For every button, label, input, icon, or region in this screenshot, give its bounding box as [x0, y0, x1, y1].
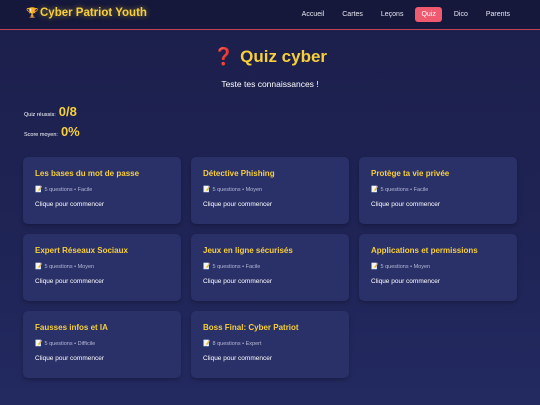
memo-icon: 📝 — [371, 264, 379, 270]
quiz-meta: 📝 5 questions • Moyen — [203, 186, 337, 194]
stats: Quiz réussis: 0/8 Score moyen: 0% — [24, 104, 80, 144]
memo-icon: 📝 — [35, 187, 43, 193]
quiz-card[interactable]: Fausses infos et IA 📝 5 questions • Diffi… — [23, 311, 181, 378]
nav-item-lecons[interactable]: Leçons — [375, 7, 410, 22]
page-subtitle: Teste tes connaissances ! — [221, 79, 319, 89]
quiz-title: Protège ta vie privée — [371, 169, 450, 178]
page-title-text: Quiz cyber — [240, 47, 328, 66]
nav-item-accueil[interactable]: Accueil — [296, 7, 331, 22]
quiz-meta-text: 5 questions • Moyen — [44, 263, 95, 270]
nav-item-dico[interactable]: Dico — [448, 7, 474, 22]
quiz-title: Fausses infos et IA — [35, 323, 108, 332]
quiz-meta-text: 5 questions • Moyen — [212, 186, 263, 193]
question-mark-icon: ❓ — [212, 47, 235, 66]
quiz-cta: Clique pour commencer — [35, 355, 105, 362]
quiz-title: Expert Réseaux Sociaux — [35, 246, 128, 255]
quiz-cta: Clique pour commencer — [203, 355, 273, 362]
quiz-cta: Clique pour commencer — [371, 278, 441, 285]
quiz-title: Jeux en ligne sécurisés — [203, 246, 293, 255]
quiz-meta: 📝 8 questions • Expert — [203, 340, 337, 348]
quiz-meta-text: 5 questions • Facile — [44, 186, 93, 193]
quiz-meta-text: 5 questions • Facile — [380, 186, 429, 193]
memo-icon: 📝 — [371, 187, 379, 193]
quiz-grid: Les bases du mot de passe 📝 5 questions •… — [23, 157, 517, 378]
quiz-title: Applications et permissions — [371, 246, 478, 255]
memo-icon: 📝 — [35, 264, 43, 270]
quiz-meta-text: 5 questions • Difficile — [44, 340, 96, 347]
quiz-cta: Clique pour commencer — [35, 201, 105, 208]
quiz-meta-text: 5 questions • Facile — [212, 263, 261, 270]
nav-item-quiz[interactable]: Quiz — [415, 7, 442, 22]
quiz-cta: Clique pour commencer — [203, 278, 273, 285]
quiz-card[interactable]: Détective Phishing 📝 5 questions • Moyen … — [191, 157, 349, 224]
quiz-card[interactable]: Protège ta vie privée 📝 5 questions • Fac… — [359, 157, 517, 224]
stat-label: Score moyen: — [24, 132, 58, 138]
quiz-meta: 📝 5 questions • Facile — [371, 186, 505, 194]
quiz-cta: Clique pour commencer — [35, 278, 105, 285]
quiz-cta: Clique pour commencer — [371, 201, 441, 208]
brand-title: Cyber Patriot Youth — [40, 7, 147, 19]
memo-icon: 📝 — [203, 187, 211, 193]
trophy-icon: 🏆 — [26, 7, 39, 19]
nav-item-cartes[interactable]: Cartes — [336, 7, 369, 22]
quiz-card[interactable]: Boss Final: Cyber Patriot 📝 8 questions •… — [191, 311, 349, 378]
quiz-meta: 📝 5 questions • Moyen — [35, 263, 169, 271]
quiz-meta: 📝 5 questions • Facile — [203, 263, 337, 271]
stat-quiz-done: Quiz réussis: 0/8 — [24, 104, 80, 119]
quiz-title: Boss Final: Cyber Patriot — [203, 323, 299, 332]
stat-label: Quiz réussis: — [24, 112, 56, 118]
hero: ❓ Quiz cyber Teste tes connaissances ! — [0, 47, 540, 89]
memo-icon: 📝 — [203, 341, 211, 347]
stat-average-score: Score moyen: 0% — [24, 124, 80, 139]
memo-icon: 📝 — [203, 264, 211, 270]
quiz-meta: 📝 5 questions • Difficile — [35, 340, 169, 348]
quiz-cta: Clique pour commencer — [203, 201, 273, 208]
memo-icon: 📝 — [35, 341, 43, 347]
quiz-card[interactable]: Applications et permissions 📝 5 questions… — [359, 234, 517, 301]
quiz-meta: 📝 5 questions • Facile — [35, 186, 169, 194]
stat-value: 0/8 — [58, 104, 77, 119]
page-title: ❓ Quiz cyber — [213, 47, 327, 67]
top-navbar: 🏆 Cyber Patriot Youth Accueil Cartes Leç… — [0, 0, 540, 30]
nav-links: Accueil Cartes Leçons Quiz Dico Parents — [296, 7, 516, 22]
quiz-card[interactable]: Les bases du mot de passe 📝 5 questions •… — [23, 157, 181, 224]
quiz-meta-text: 8 questions • Expert — [212, 340, 262, 347]
stat-value: 0% — [60, 124, 80, 139]
nav-item-parents[interactable]: Parents — [480, 7, 516, 22]
quiz-meta: 📝 5 questions • Moyen — [371, 263, 505, 271]
quiz-title: Les bases du mot de passe — [35, 169, 140, 178]
quiz-meta-text: 5 questions • Moyen — [380, 263, 431, 270]
brand[interactable]: 🏆 Cyber Patriot Youth — [26, 7, 147, 19]
quiz-title: Détective Phishing — [203, 169, 275, 178]
quiz-card[interactable]: Jeux en ligne sécurisés 📝 5 questions • F… — [191, 234, 349, 301]
quiz-card[interactable]: Expert Réseaux Sociaux 📝 5 questions • Mo… — [23, 234, 181, 301]
